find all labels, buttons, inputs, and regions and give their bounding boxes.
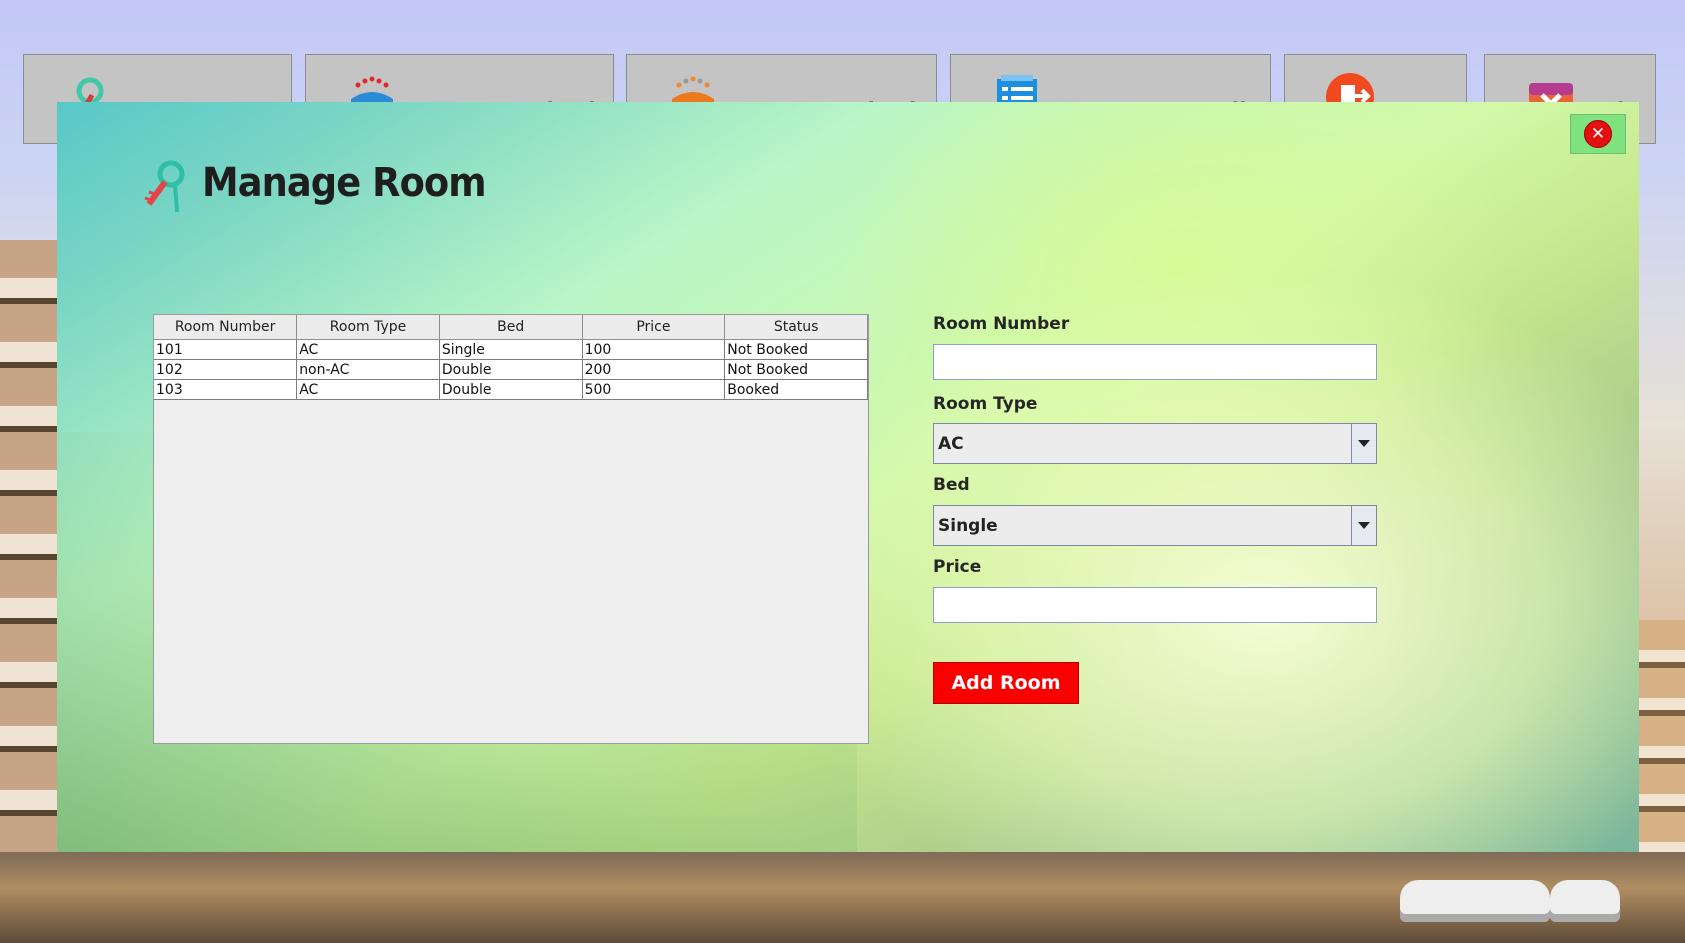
column-header-status[interactable]: Status xyxy=(724,315,868,340)
add-room-button[interactable]: Add Room xyxy=(933,662,1079,704)
chevron-down-icon[interactable] xyxy=(1351,424,1376,463)
table-cell[interactable]: AC xyxy=(296,379,440,400)
page-title: Manage Room xyxy=(202,160,487,206)
table-cell[interactable]: 500 xyxy=(581,379,726,400)
bed-selected-value: Single xyxy=(938,515,998,536)
table-cell[interactable]: non-AC xyxy=(296,359,440,380)
table-cell[interactable]: 102 xyxy=(154,359,298,380)
background-building-right xyxy=(1635,620,1685,880)
table-cell[interactable]: Double xyxy=(438,359,583,380)
bed-select[interactable]: Single xyxy=(933,505,1377,546)
background-car xyxy=(1550,880,1620,922)
room-type-label: Room Type xyxy=(933,394,1038,414)
table-cell[interactable]: 103 xyxy=(154,379,298,400)
table-cell[interactable]: Booked xyxy=(724,379,868,400)
rooms-table: Room Number Room Type Bed Price Status 1… xyxy=(154,315,868,400)
table-cell[interactable]: AC xyxy=(296,339,440,360)
table-cell[interactable]: Not Booked xyxy=(724,339,868,360)
chevron-down-icon[interactable] xyxy=(1351,506,1376,545)
table-cell[interactable]: Single xyxy=(438,339,583,360)
column-header-room-type[interactable]: Room Type xyxy=(296,315,440,340)
price-label: Price xyxy=(933,557,982,577)
bed-label: Bed xyxy=(933,475,970,495)
room-type-selected-value: AC xyxy=(938,433,964,454)
room-number-label: Room Number xyxy=(933,314,1070,334)
table-cell[interactable]: Double xyxy=(438,379,583,400)
table-row[interactable]: 101 AC Single 100 Not Booked xyxy=(154,339,868,360)
table-header-row: Room Number Room Type Bed Price Status xyxy=(154,315,868,340)
table-row[interactable]: 102 non-AC Double 200 Not Booked xyxy=(154,359,868,380)
background-car xyxy=(1400,880,1550,922)
column-header-price[interactable]: Price xyxy=(581,315,726,340)
close-icon: ✕ xyxy=(1584,120,1612,148)
room-number-input[interactable] xyxy=(933,344,1377,380)
table-cell[interactable]: Not Booked xyxy=(724,359,868,380)
table-cell[interactable]: 101 xyxy=(154,339,298,360)
rooms-table-container[interactable]: Room Number Room Type Bed Price Status 1… xyxy=(153,314,869,744)
table-row[interactable]: 103 AC Double 500 Booked xyxy=(154,379,868,400)
column-header-room-number[interactable]: Room Number xyxy=(154,315,298,340)
close-button[interactable]: ✕ xyxy=(1570,114,1626,154)
key-icon xyxy=(144,160,185,213)
room-type-select[interactable]: AC xyxy=(933,423,1377,464)
table-cell[interactable]: 100 xyxy=(581,339,726,360)
background-building-left xyxy=(0,240,60,860)
column-header-bed[interactable]: Bed xyxy=(438,315,583,340)
table-cell[interactable]: 200 xyxy=(581,359,726,380)
manage-room-panel: ✕ Manage Room Room Number Room Type Bed … xyxy=(57,102,1639,852)
price-input[interactable] xyxy=(933,587,1377,623)
